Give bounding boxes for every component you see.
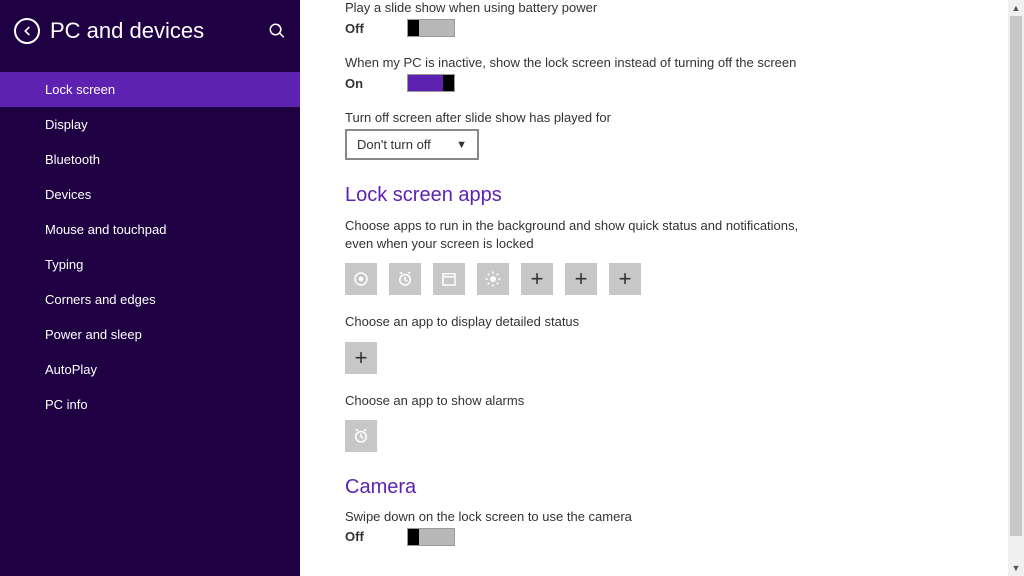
scroll-up-button[interactable]: ▲ [1008,0,1024,16]
sun-icon [484,270,502,288]
sidebar-item-devices[interactable]: Devices [0,177,300,212]
toggle-knob [408,20,419,36]
camera-lens-icon [352,270,370,288]
sidebar-item-corners-edges[interactable]: Corners and edges [0,282,300,317]
calendar-icon [440,270,458,288]
plus-icon: + [575,268,588,290]
toggle-row: Off [345,19,978,37]
alarm-icon [396,270,414,288]
sidebar-item-autoplay[interactable]: AutoPlay [0,352,300,387]
toggle-slideshow-battery[interactable] [407,19,455,37]
toggle-state: Off [345,21,407,36]
app-tile-calendar[interactable] [433,263,465,295]
help-quick-status: Choose apps to run in the background and… [345,217,805,253]
setting-slideshow-battery: Play a slide show when using battery pow… [345,0,978,37]
setting-label: Play a slide show when using battery pow… [345,0,978,15]
setting-label: Turn off screen after slide show has pla… [345,110,978,125]
toggle-camera-swipe[interactable] [407,528,455,546]
app-tile-add-2[interactable]: + [565,263,597,295]
app-tile-detailed-add[interactable]: + [345,342,377,374]
setting-label: Swipe down on the lock screen to use the… [345,509,978,524]
plus-icon: + [355,347,368,369]
sidebar-item-mouse-touchpad[interactable]: Mouse and touchpad [0,212,300,247]
chevron-down-icon: ▼ [456,139,467,151]
plus-icon: + [531,268,544,290]
setting-camera-swipe: Swipe down on the lock screen to use the… [345,509,978,546]
section-heading-camera: Camera [345,476,978,499]
toggle-state: On [345,76,407,91]
toggle-knob [408,529,419,545]
alarm-apps [345,420,978,452]
sidebar-item-power-sleep[interactable]: Power and sleep [0,317,300,352]
content-panel: Play a slide show when using battery pow… [300,0,1008,576]
toggle-row: Off [345,528,978,546]
toggle-state: Off [345,529,407,544]
app-tile-add-1[interactable]: + [521,263,553,295]
sidebar-item-bluetooth[interactable]: Bluetooth [0,142,300,177]
sidebar: PC and devices Lock screen Display Bluet… [0,0,300,576]
app-tile-alarm-app[interactable] [345,420,377,452]
help-detailed-status: Choose an app to display detailed status [345,313,805,331]
setting-label: When my PC is inactive, show the lock sc… [345,55,978,70]
sidebar-item-display[interactable]: Display [0,107,300,142]
toggle-inactive-lock[interactable] [407,74,455,92]
sidebar-item-typing[interactable]: Typing [0,247,300,282]
back-button[interactable] [14,18,40,44]
app-tile-weather[interactable] [477,263,509,295]
sidebar-nav: Lock screen Display Bluetooth Devices Mo… [0,72,300,422]
setting-inactive-lock: When my PC is inactive, show the lock sc… [345,55,978,92]
search-icon [268,22,286,40]
setting-turnoff-after: Turn off screen after slide show has pla… [345,110,978,160]
toggle-row: On [345,74,978,92]
app-tile-photos[interactable] [345,263,377,295]
back-arrow-icon [20,24,34,38]
search-button[interactable] [268,22,286,40]
scrollbar[interactable]: ▲ ▼ [1008,0,1024,576]
select-value: Don't turn off [357,137,431,152]
app-tile-alarms[interactable] [389,263,421,295]
scroll-thumb[interactable] [1010,16,1022,536]
quick-status-apps: + + + [345,263,978,295]
sidebar-header: PC and devices [0,0,300,58]
plus-icon: + [619,268,632,290]
section-heading-lock-apps: Lock screen apps [345,184,978,207]
sidebar-item-pc-info[interactable]: PC info [0,387,300,422]
select-turnoff-after[interactable]: Don't turn off ▼ [345,129,479,160]
alarm-icon [352,427,370,445]
sidebar-item-lock-screen[interactable]: Lock screen [0,72,300,107]
scroll-down-button[interactable]: ▼ [1008,560,1024,576]
app-tile-add-3[interactable]: + [609,263,641,295]
detailed-status-apps: + [345,342,978,374]
page-title: PC and devices [50,18,268,44]
toggle-knob [443,75,454,91]
help-alarms: Choose an app to show alarms [345,392,805,410]
